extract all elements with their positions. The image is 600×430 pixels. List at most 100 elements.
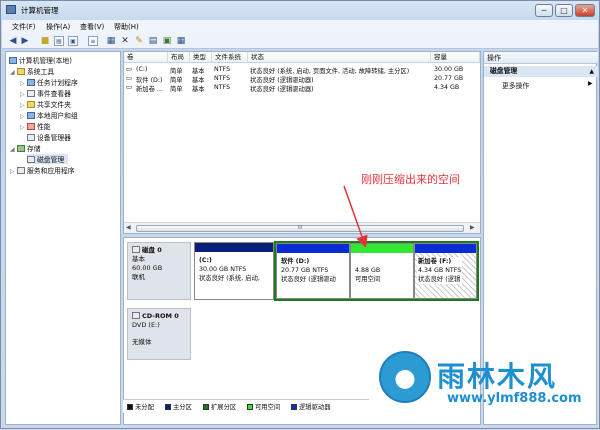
scroll-left-icon[interactable]: ◀ (126, 224, 131, 231)
expanded-arrow-icon[interactable]: ◢ (10, 146, 17, 153)
maximize-button[interactable]: □ (555, 4, 573, 17)
collapsed-arrow-icon[interactable]: ▷ (20, 91, 27, 98)
tree-task-scheduler[interactable]: ▷ 任务计划程序 (20, 77, 78, 87)
more-actions[interactable]: 更多操作 (502, 80, 529, 90)
menu-bar: 文件(F) 操作(A) 查看(V) 帮助(H) (2, 20, 598, 33)
forward-arrow-icon[interactable]: ▶ (20, 36, 30, 46)
legend-item: 可用空间 (247, 402, 280, 411)
up-folder-icon[interactable]: ■ (40, 36, 50, 46)
cell-capacity: 30.00 GB (434, 66, 464, 73)
partition-size: 4.88 GB (355, 267, 381, 274)
minimize-button[interactable]: ─ (535, 4, 553, 17)
legend-item: 逻辑驱动器 (291, 402, 330, 411)
collapsed-arrow-icon[interactable]: ▷ (10, 168, 17, 175)
submenu-arrow-icon[interactable]: ▶ (588, 80, 593, 87)
scroll-right-icon[interactable]: ▶ (470, 224, 475, 231)
drive-icon: ▭ (126, 66, 132, 73)
tree-performance[interactable]: ▷ 性能 (20, 121, 51, 131)
partition-size: 20.77 GB NTFS (281, 267, 329, 274)
partition-c[interactable]: (C:) 30.00 GB NTFS 状态良好 (系统, 启动, (194, 242, 274, 300)
cell-layout: 简单 (170, 86, 183, 93)
extended-swatch (203, 404, 209, 410)
cell-volume: 新加卷 ... (136, 86, 163, 93)
refresh-icon[interactable]: ▤ (148, 36, 158, 46)
actions-section[interactable]: 磁盘管理 ▲ (484, 66, 598, 77)
cdrom-media: 无媒体 (132, 338, 152, 346)
event-log-icon (27, 90, 35, 97)
tree-shared-folders[interactable]: ▷ 共享文件夹 (20, 99, 71, 109)
tree-event-viewer[interactable]: ▷ 事件查看器 (20, 88, 71, 98)
menu-file[interactable]: 文件(F) (12, 22, 36, 32)
col-filesystem[interactable]: 文件系统 (212, 52, 248, 63)
primary-partition-bar (195, 243, 273, 252)
partition-status: 可用空间 (355, 276, 381, 283)
tree-device-manager[interactable]: 设备管理器 (27, 132, 71, 142)
col-layout[interactable]: 布局 (168, 52, 190, 63)
menu-help[interactable]: 帮助(H) (114, 22, 139, 32)
cell-filesystem: NTFS (214, 84, 231, 91)
logical-swatch (291, 404, 297, 410)
tree-services[interactable]: ▷ 服务和应用程序 (10, 165, 75, 175)
partition-free-space[interactable]: 4.88 GB 可用空间 (350, 243, 414, 299)
collapsed-arrow-icon[interactable]: ▷ (20, 113, 27, 120)
col-volume[interactable]: 卷 (124, 52, 168, 63)
close-x-icon[interactable]: ▦ (106, 36, 116, 46)
expanded-arrow-icon[interactable]: ◢ (10, 69, 17, 76)
collapse-arrow-icon[interactable]: ▲ (589, 66, 594, 77)
horizontal-scrollbar[interactable]: ◀ III ▶ (124, 222, 480, 233)
table-row[interactable]: ▭ 软件 (D:) 简单 基本 NTFS 状态良好 (逻辑驱动器) 20.77 … (124, 74, 480, 84)
cdrom-label[interactable]: CD-ROM 0 DVD (E:) 无媒体 (127, 308, 191, 360)
collapsed-arrow-icon[interactable]: ▷ (20, 80, 27, 87)
disk0-type: 基本 (132, 255, 145, 263)
cell-capacity: 4.34 GB (434, 84, 460, 91)
help-icon[interactable]: ▦ (176, 36, 186, 46)
menu-view[interactable]: 查看(V) (80, 22, 104, 32)
computer-management-icon (6, 5, 16, 14)
partition-d[interactable]: 软件 (D:) 20.77 GB NTFS 状态良好 (逻辑驱动 (276, 243, 350, 299)
col-status[interactable]: 状态 (248, 52, 431, 63)
show-tree-icon[interactable]: ▤ (54, 36, 64, 46)
tree-root[interactable]: 计算机管理(本地) (9, 55, 72, 65)
performance-icon (27, 123, 35, 130)
close-x-icon[interactable]: ✕ (120, 36, 130, 46)
close-button[interactable]: ✕ (575, 4, 595, 17)
legend-item: 主分区 (165, 402, 192, 411)
disk0-status: 联机 (132, 273, 145, 281)
partition-f[interactable]: 新加卷 (F:) 4.34 GB NTFS 状态良好 (逻辑 (414, 243, 477, 299)
free-space-swatch (247, 404, 253, 410)
disk-map: 磁盘 0 基本 60.00 GB 联机 (C:) 30.00 GB NTFS 状… (123, 237, 481, 425)
window-title: 计算机管理 (21, 6, 59, 15)
list-icon[interactable]: ≡ (88, 36, 98, 46)
disk0-label[interactable]: 磁盘 0 基本 60.00 GB 联机 (127, 242, 191, 300)
cell-filesystem: NTFS (214, 75, 231, 82)
menu-action[interactable]: 操作(A) (46, 22, 70, 32)
tree-storage[interactable]: ◢ 存储 (10, 143, 41, 153)
unallocated-swatch (127, 404, 133, 410)
col-type[interactable]: 类型 (190, 52, 212, 63)
cdrom-icon (132, 312, 140, 319)
table-row[interactable]: ▭ (C:) 简单 基本 NTFS 状态良好 (系统, 启动, 页面文件, 活动… (124, 65, 480, 75)
tree-local-users[interactable]: ▷ 本地用户和组 (20, 110, 78, 120)
partition-size: 30.00 GB NTFS (199, 266, 247, 273)
storage-icon (17, 145, 25, 152)
scroll-thumb[interactable]: III (136, 225, 464, 232)
legend-item: 扩展分区 (203, 402, 236, 411)
clock-icon (27, 79, 35, 86)
back-arrow-icon[interactable]: ◀ (8, 36, 18, 46)
export-icon[interactable]: ▣ (162, 36, 172, 46)
watermark-url: www.ylmf888.com (447, 391, 582, 406)
partition-status: 状态良好 (逻辑驱动 (281, 276, 336, 283)
device-manager-icon (27, 134, 35, 141)
console-icon[interactable]: ▣ (68, 36, 78, 46)
computer-icon (9, 57, 17, 64)
properties-icon[interactable]: ✎ (134, 36, 144, 46)
collapsed-arrow-icon[interactable]: ▷ (20, 124, 27, 131)
col-capacity[interactable]: 容量 (431, 52, 480, 63)
tree-system-tools[interactable]: ◢ 系统工具 (10, 66, 54, 76)
primary-swatch (165, 404, 171, 410)
partition-size: 4.34 GB NTFS (418, 267, 462, 274)
tree-disk-management[interactable]: 磁盘管理 (27, 154, 69, 164)
toolbar: ◀ ▶ ■ ▤ ▣ ≡ ▦ ✕ ✎ ▤ ▣ ▦ (2, 33, 598, 49)
collapsed-arrow-icon[interactable]: ▷ (20, 102, 27, 109)
table-row[interactable]: ▭ 新加卷 ... 简单 基本 NTFS 状态良好 (逻辑驱动器) 4.34 G… (124, 83, 480, 93)
